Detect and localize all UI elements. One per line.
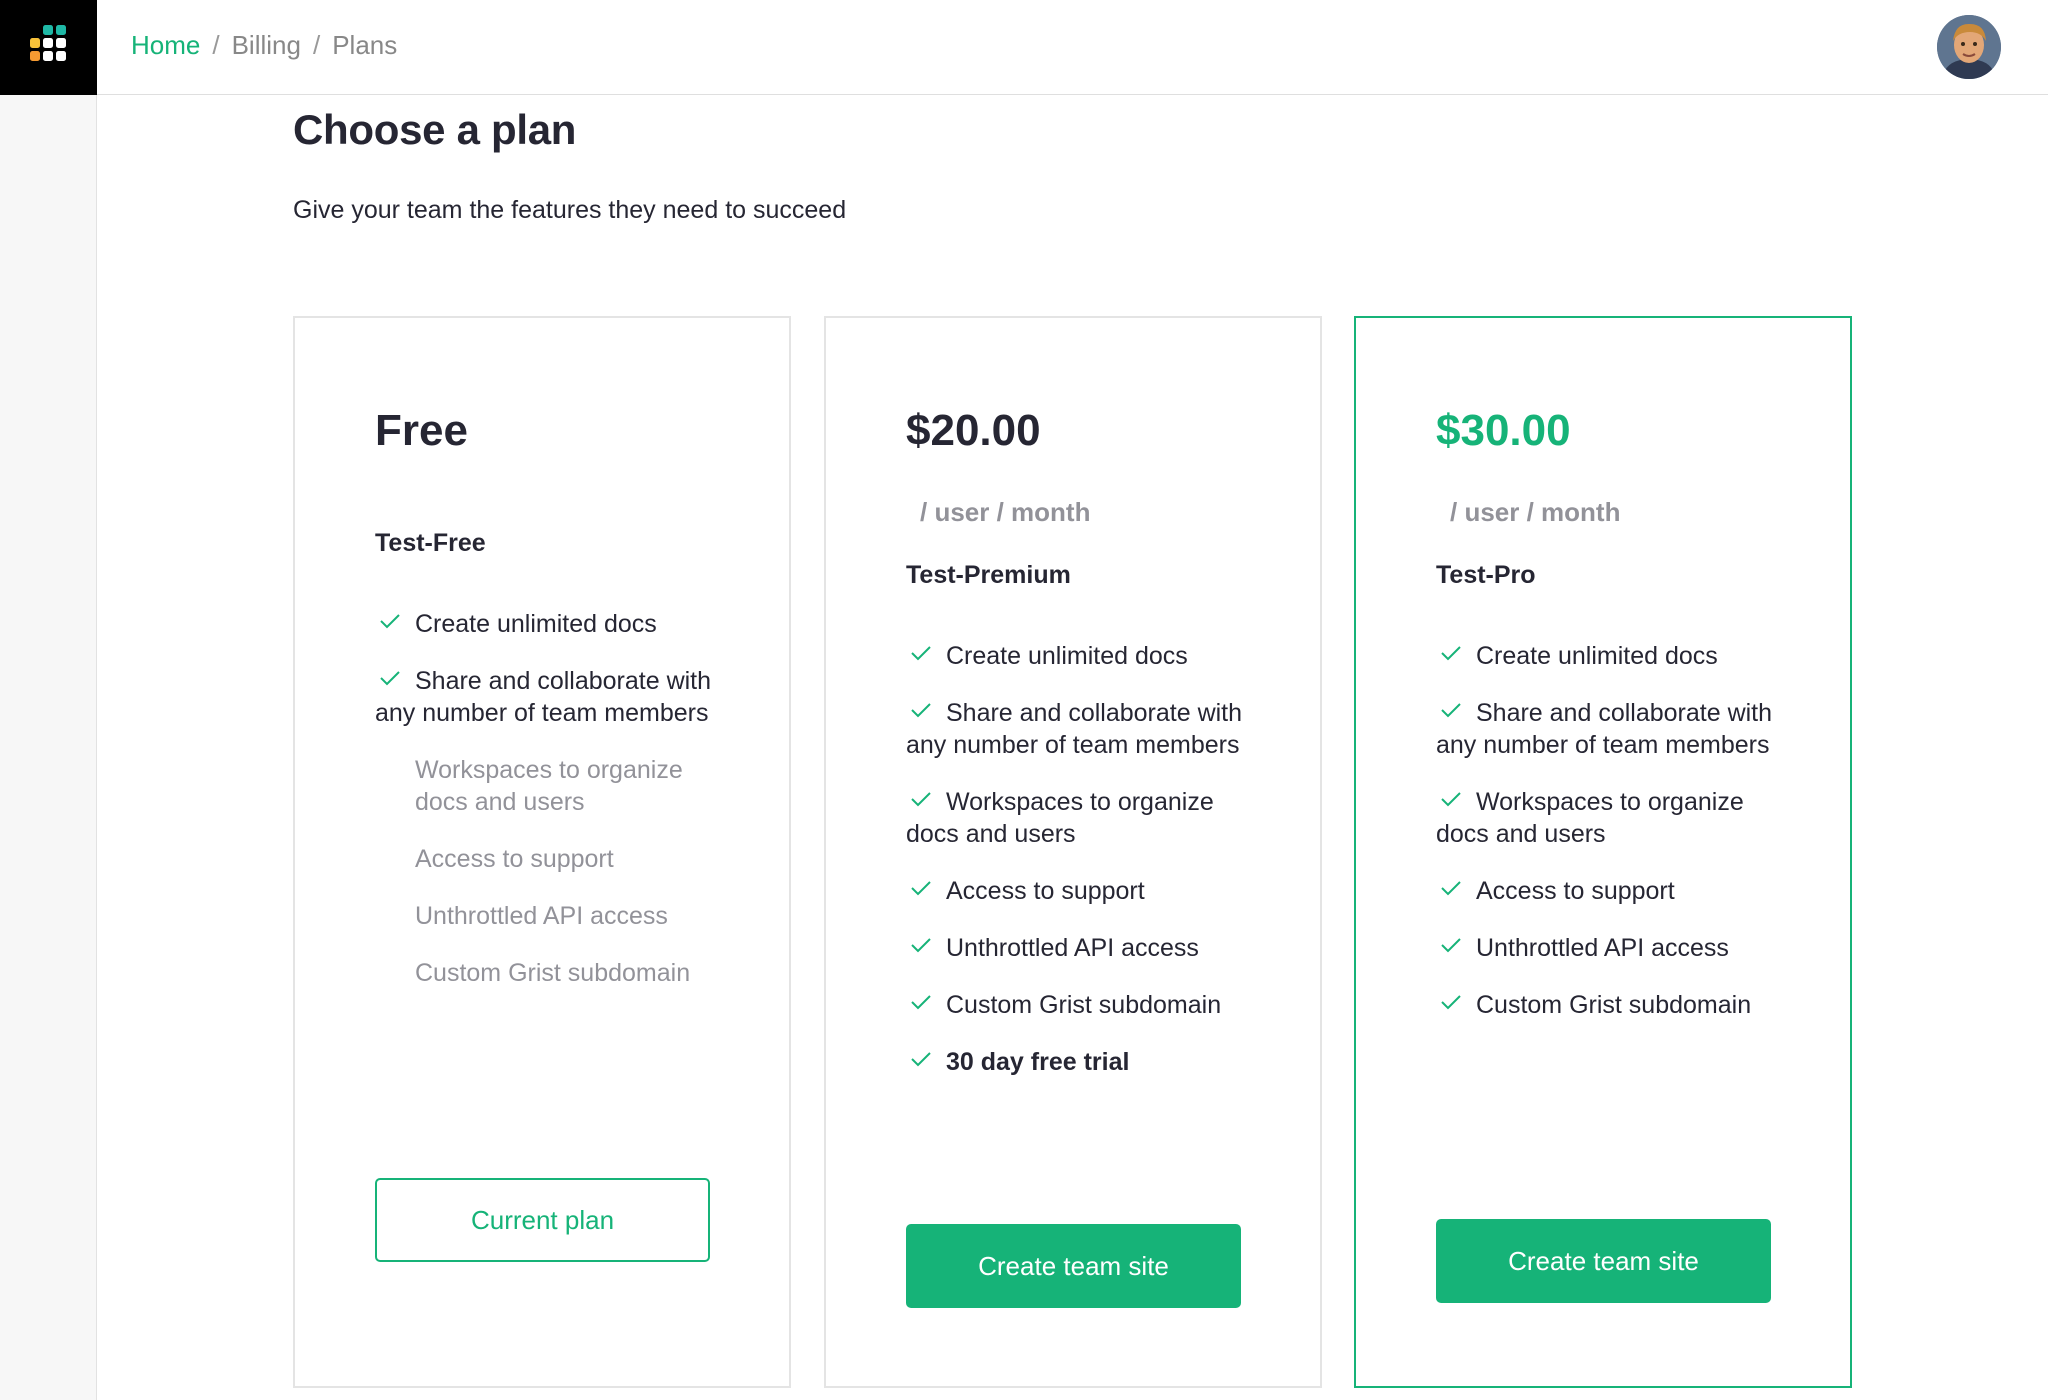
check-icon xyxy=(1440,702,1468,722)
check-icon xyxy=(1440,880,1468,900)
plan-card-pro[interactable]: $30.00 / user / month Test-Pro Create un… xyxy=(1354,316,1852,1388)
feature-item: Unthrottled API access xyxy=(1436,932,1786,964)
create-team-site-button[interactable]: Create team site xyxy=(1436,1219,1771,1303)
feature-text: Access to support xyxy=(1476,877,1675,905)
plan-name: Test-Premium xyxy=(906,561,1071,589)
feature-item: Share and collaborate with any number of… xyxy=(1436,697,1786,761)
feature-text: Custom Grist subdomain xyxy=(1476,991,1752,1019)
check-icon xyxy=(910,1051,938,1071)
feature-text: Share and collaborate with any number of… xyxy=(906,699,1243,759)
plan-price: $20.00 xyxy=(906,406,1041,455)
user-avatar[interactable] xyxy=(1937,15,2001,79)
feature-text: Create unlimited docs xyxy=(415,610,657,638)
feature-item: Share and collaborate with any number of… xyxy=(375,665,725,729)
feature-text: Unthrottled API access xyxy=(946,934,1199,962)
check-icon xyxy=(910,791,938,811)
feature-item: Share and collaborate with any number of… xyxy=(906,697,1256,761)
plan-interval: / user / month xyxy=(920,497,1091,527)
top-bar: Home / Billing / Plans xyxy=(97,0,2048,95)
breadcrumb-separator: / xyxy=(312,30,321,60)
plan-price: $30.00 xyxy=(1436,406,1571,455)
plan-price: Free xyxy=(375,406,468,455)
feature-item: Access to support xyxy=(1436,875,1786,907)
breadcrumb-separator: / xyxy=(212,30,220,60)
breadcrumb-home-link[interactable]: Home xyxy=(131,30,200,61)
check-icon xyxy=(910,880,938,900)
feature-item: Workspaces to organize docs and users xyxy=(906,786,1256,850)
feature-item: Create unlimited docs xyxy=(375,608,725,640)
feature-list: Create unlimited docs Share and collabor… xyxy=(375,608,725,1014)
check-icon xyxy=(1440,791,1468,811)
create-team-site-button[interactable]: Create team site xyxy=(906,1224,1241,1308)
feature-item-trial: 30 day free trial xyxy=(906,1046,1256,1078)
feature-item-unavailable: Workspaces to organize docs and users xyxy=(415,756,683,816)
check-icon xyxy=(1440,937,1468,957)
plan-name: Test-Free xyxy=(375,529,486,557)
feature-text: Unthrottled API access xyxy=(1476,934,1729,962)
check-icon xyxy=(1440,645,1468,665)
feature-text: Custom Grist subdomain xyxy=(946,991,1222,1019)
feature-item: Workspaces to organize docs and users xyxy=(1436,786,1786,850)
check-icon xyxy=(910,702,938,722)
check-icon xyxy=(910,937,938,957)
feature-text: Create unlimited docs xyxy=(946,642,1188,670)
check-icon xyxy=(910,645,938,665)
feature-item: Custom Grist subdomain xyxy=(906,989,1256,1021)
feature-item-unavailable: Custom Grist subdomain xyxy=(415,959,691,987)
plan-interval: / user / month xyxy=(1450,497,1621,527)
app-logo[interactable] xyxy=(0,0,97,95)
left-rail xyxy=(0,0,97,1400)
feature-list: Create unlimited docs Share and collabor… xyxy=(906,640,1256,1103)
breadcrumb-billing-link[interactable]: Billing xyxy=(232,30,301,61)
grist-logo-icon xyxy=(30,25,66,61)
page-subtitle: Give your team the features they need to… xyxy=(293,196,847,224)
feature-list: Create unlimited docs Share and collabor… xyxy=(1436,640,1786,1046)
feature-text: Workspaces to organize docs and users xyxy=(906,788,1214,848)
feature-item: Access to support xyxy=(906,875,1256,907)
feature-item: Unthrottled API access xyxy=(906,932,1256,964)
page-title: Choose a plan xyxy=(293,106,577,153)
feature-text: Share and collaborate with any number of… xyxy=(1436,699,1773,759)
feature-text: Create unlimited docs xyxy=(1476,642,1718,670)
plan-name: Test-Pro xyxy=(1436,561,1536,589)
feature-item-unavailable: Access to support xyxy=(415,845,614,873)
feature-text: 30 day free trial xyxy=(946,1048,1130,1076)
check-icon xyxy=(379,613,407,633)
breadcrumb: Home / Billing / Plans xyxy=(131,30,397,61)
plan-card-premium: $20.00 / user / month Test-Premium Creat… xyxy=(824,316,1322,1388)
check-icon xyxy=(1440,994,1468,1014)
feature-text: Share and collaborate with any number of… xyxy=(375,667,712,727)
feature-item: Create unlimited docs xyxy=(1436,640,1786,672)
feature-item-unavailable: Unthrottled API access xyxy=(415,902,668,930)
check-icon xyxy=(379,670,407,690)
check-icon xyxy=(910,994,938,1014)
feature-item: Custom Grist subdomain xyxy=(1436,989,1786,1021)
feature-text: Workspaces to organize docs and users xyxy=(1436,788,1744,848)
plan-card-free: Free Test-Free Create unlimited docs Sha… xyxy=(293,316,791,1388)
feature-text: Access to support xyxy=(946,877,1145,905)
breadcrumb-current-page: Plans xyxy=(332,30,398,60)
current-plan-button[interactable]: Current plan xyxy=(375,1178,710,1262)
feature-item: Create unlimited docs xyxy=(906,640,1256,672)
